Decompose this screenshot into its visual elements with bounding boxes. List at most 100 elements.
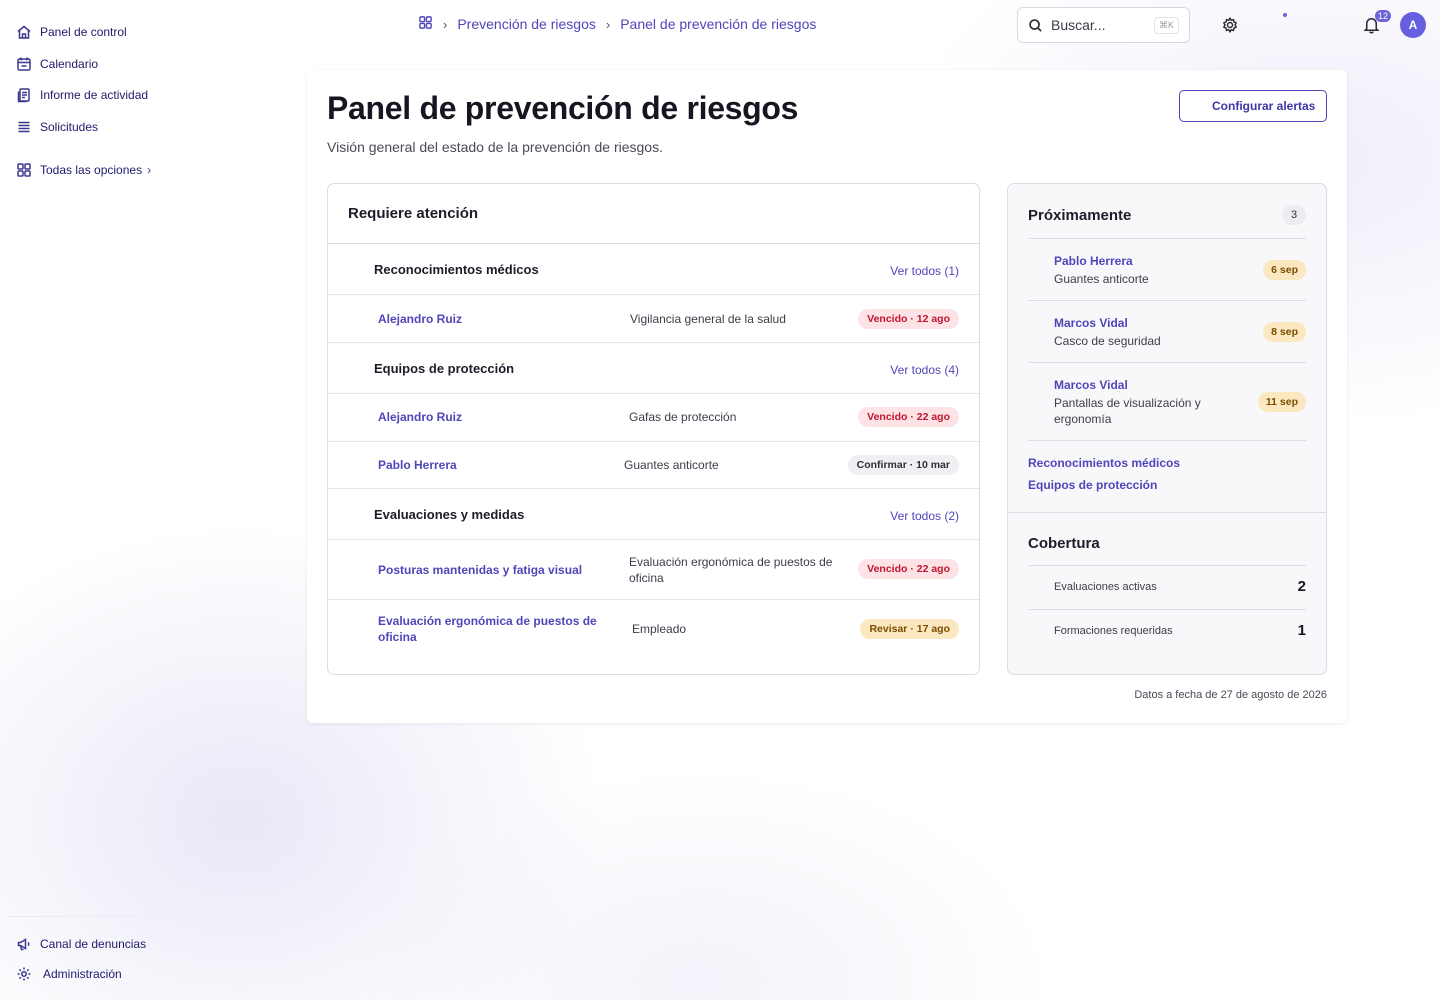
chevron-right-icon: › [605,16,611,32]
breadcrumb-item[interactable]: Prevención de riesgos [457,16,596,32]
coverage-list: Evaluaciones activas 2 Formaciones reque… [1028,565,1306,654]
search-input[interactable]: Buscar... ⌘K [1017,7,1190,43]
breadcrumb: › Prevención de riesgos › Panel de preve… [418,14,816,34]
upcoming-person-link[interactable]: Pablo Herrera [1054,254,1133,268]
section-header: Evaluaciones y medidas Ver todos (2) [328,489,979,540]
section-title: Evaluaciones y medidas [374,507,525,522]
table-row[interactable]: Pablo Herrera Guantes anticorte Confirma… [328,442,979,489]
coverage-title: Cobertura [1028,535,1100,552]
search-placeholder: Buscar... [1051,17,1106,33]
sidebar-item-label: Informe de actividad [40,88,149,102]
breadcrumb-current[interactable]: Panel de prevención de riesgos [620,16,816,32]
status-badge: Vencido · 12 ago [858,309,959,329]
page-subtitle: Visión general del estado de la prevenci… [327,139,663,155]
attention-title: Requiere atención [328,184,979,244]
gear-icon [16,966,32,982]
upcoming-title: Próximamente [1028,207,1132,224]
data-date-note: Datos a fecha de 27 de agosto de 2026 [1134,689,1327,701]
coverage-value: 1 [1297,622,1306,639]
chevron-right-icon: › [443,16,448,32]
status-badge: Vencido · 22 ago [858,559,959,579]
status-badge: Revisar · 17 ago [860,619,959,639]
section-header: Equipos de protección Ver todos (4) [328,343,979,394]
sidebar-item-label: Canal de denuncias [40,937,147,951]
sidebar-divider [8,916,204,917]
panel-divider [1008,512,1326,513]
search-shortcut: ⌘K [1153,16,1179,34]
status-dot [1283,13,1287,17]
protective-equipment-link[interactable]: Equipos de protección [1028,478,1157,492]
coverage-label: Evaluaciones activas [1054,581,1157,593]
sidebar-item-administration[interactable]: Administración [16,963,122,985]
row-person-link[interactable]: Alejandro Ruiz [378,409,462,425]
row-description: Evaluación ergonómica de puestos de ofic… [629,555,833,585]
sidebar-item-activity-report[interactable]: Informe de actividad [16,84,148,106]
table-row[interactable]: Posturas mantenidas y fatiga visual Eval… [328,540,979,600]
date-badge: 6 sep [1263,260,1306,280]
section-title: Reconocimientos médicos [374,262,539,277]
chevron-right-icon: › [147,163,152,177]
notification-badge: 12 [1375,10,1392,22]
sidebar-item-label: Solicitudes [40,120,99,134]
sidebar-item-requests[interactable]: Solicitudes [16,116,98,138]
page-title: Panel de prevención de riesgos [327,90,799,126]
main-card: Panel de prevención de riesgos Visión ge… [307,70,1347,723]
status-badge: Confirmar · 10 mar [847,455,959,475]
view-all-link[interactable]: Ver todos (4) [890,363,959,377]
section-header: Reconocimientos médicos Ver todos (1) [328,244,979,295]
upcoming-person-link[interactable]: Marcos Vidal [1054,378,1128,392]
view-all-link[interactable]: Ver todos (1) [890,264,959,278]
table-row[interactable]: Evaluación ergonómica de puestos de ofic… [328,600,979,658]
sidebar-item-whistleblower[interactable]: Canal de denuncias [16,933,146,955]
report-icon [16,87,32,103]
search-icon [1029,18,1042,32]
megaphone-icon [16,936,32,952]
apps-grid-icon[interactable] [418,15,433,33]
list-item[interactable]: Marcos Vidal Pantallas de visualización … [1028,363,1306,441]
row-description: Vigilancia general de la salud [630,312,786,326]
configure-alerts-button[interactable]: Configurar alertas [1179,90,1327,122]
gear-icon [1222,16,1238,34]
sidebar-item-calendar[interactable]: Calendario [16,53,98,75]
coverage-value: 2 [1297,578,1306,595]
upcoming-description: Guantes anticorte [1054,272,1149,286]
row-person-link[interactable]: Pablo Herrera [378,457,457,473]
row-description: Guantes anticorte [624,458,719,472]
avatar[interactable]: A [1400,12,1426,38]
upcoming-count-badge: 3 [1282,205,1306,225]
upcoming-description: Pantallas de visualización y ergonomía [1054,396,1201,426]
calendar-icon [16,56,32,72]
coverage-item: Formaciones requeridas 1 [1028,610,1306,654]
sidebar-item-label: Administración [43,967,122,981]
row-person-link[interactable]: Alejandro Ruiz [378,311,462,327]
sidebar-item-all-options[interactable]: Todas las opciones › [16,159,151,181]
section-title: Equipos de protección [374,361,515,376]
list-item[interactable]: Pablo Herrera Guantes anticorte 6 sep [1028,239,1306,301]
coverage-item: Evaluaciones activas 2 [1028,566,1306,610]
side-panel: Próximamente 3 Pablo Herrera Guantes ant… [1007,183,1327,675]
status-badge: Vencido · 22 ago [858,407,959,427]
list-icon [16,119,32,135]
table-row[interactable]: Alejandro Ruiz Gafas de protección Venci… [328,394,979,442]
date-badge: 8 sep [1263,322,1306,342]
sidebar-item-label: Panel de control [40,25,127,39]
table-row[interactable]: Alejandro Ruiz Vigilancia general de la … [328,295,979,343]
sidebar-item-label: Todas las opciones [40,163,143,177]
medical-checks-link[interactable]: Reconocimientos médicos [1028,456,1180,470]
row-item-link[interactable]: Posturas mantenidas y fatiga visual [378,562,582,578]
row-item-link[interactable]: Evaluación ergonómica de puestos de ofic… [378,613,608,645]
view-all-link[interactable]: Ver todos (2) [890,509,959,523]
list-item[interactable]: Marcos Vidal Casco de seguridad 8 sep [1028,301,1306,363]
row-description: Empleado [632,622,687,636]
sidebar-item-dashboard[interactable]: Panel de control [16,21,127,43]
row-description: Gafas de protección [629,410,737,424]
upcoming-description: Casco de seguridad [1054,334,1161,348]
attention-panel: Requiere atención Reconocimientos médico… [327,183,980,675]
upcoming-list: Pablo Herrera Guantes anticorte 6 sep Ma… [1028,238,1306,441]
coverage-label: Formaciones requeridas [1054,625,1173,637]
upcoming-person-link[interactable]: Marcos Vidal [1054,316,1128,330]
settings-button[interactable] [1219,14,1241,36]
sidebar-item-label: Calendario [40,57,99,71]
sidebar: Panel de control Calendario Informe de a… [0,0,210,1000]
date-badge: 11 sep [1257,392,1306,412]
